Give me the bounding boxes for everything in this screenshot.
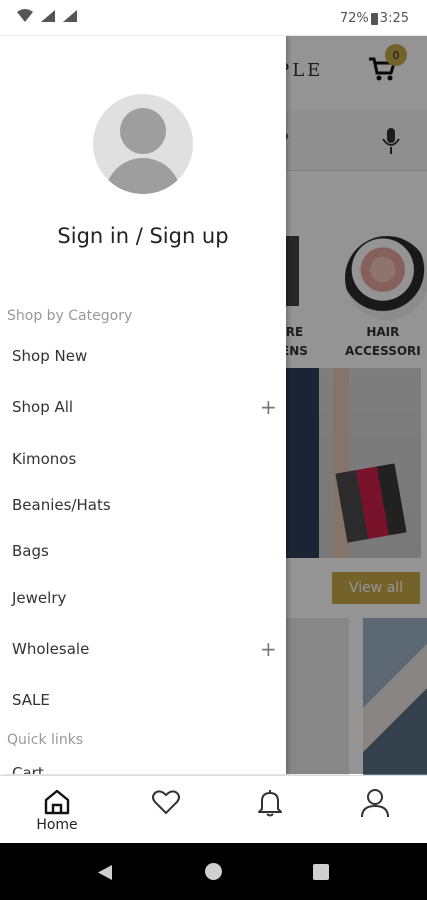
home-button-icon[interactable]: [205, 863, 222, 880]
menu-item-bags[interactable]: Bags: [12, 536, 274, 566]
menu-item-label: Shop New: [12, 347, 88, 365]
expand-plus-icon[interactable]: +: [260, 395, 277, 419]
status-bar: 72% 3:25: [0, 0, 427, 36]
menu-item-shop-new[interactable]: Shop New: [12, 341, 274, 371]
menu-item-beanies-hats[interactable]: Beanies/Hats: [12, 490, 274, 520]
bottom-navigation: Home: [0, 775, 427, 843]
status-icons: [16, 9, 78, 23]
avatar-icon[interactable]: [93, 94, 193, 194]
nav-home[interactable]: Home: [17, 776, 97, 844]
signal-icon: [41, 10, 55, 22]
home-icon: [44, 789, 70, 815]
menu-item-label: Kimonos: [12, 450, 77, 468]
menu-item-label: Shop All: [12, 398, 74, 416]
nav-account[interactable]: [335, 776, 415, 844]
system-navigation-bar: [0, 843, 427, 900]
status-right: 72% 3:25: [340, 11, 409, 26]
nav-notifications[interactable]: [230, 776, 310, 844]
clock: 3:25: [379, 11, 409, 26]
bell-icon: [258, 790, 282, 817]
quick-links-heading: Quick links: [7, 732, 84, 748]
back-icon[interactable]: [97, 864, 113, 881]
menu-item-label: Wholesale: [12, 640, 90, 658]
menu-item-kimonos[interactable]: Kimonos: [12, 444, 274, 474]
menu-item-label: Bags: [12, 542, 49, 560]
menu-item-label: Cart: [12, 764, 44, 774]
menu-item-label: Beanies/Hats: [12, 496, 111, 514]
menu-item-label: SALE: [12, 691, 50, 709]
wifi-icon: [17, 9, 33, 22]
battery-icon: [370, 12, 378, 25]
nav-home-label: Home: [36, 817, 78, 833]
sign-in-link[interactable]: Sign in / Sign up: [0, 224, 286, 248]
drawer-scrim[interactable]: [285, 36, 427, 774]
menu-item-sale[interactable]: SALE: [12, 685, 274, 715]
menu-item-label: Jewelry: [12, 589, 67, 607]
shop-by-category-heading: Shop by Category: [7, 308, 133, 324]
menu-item-wholesale[interactable]: Wholesale +: [12, 634, 277, 664]
expand-plus-icon[interactable]: +: [260, 637, 277, 661]
menu-item-shop-all[interactable]: Shop All +: [12, 392, 277, 422]
battery-percent: 72%: [339, 11, 369, 26]
avatar-head: [120, 108, 166, 154]
menu-item-quick-link[interactable]: Cart: [12, 758, 274, 774]
heart-icon: [152, 790, 180, 815]
user-icon: [361, 789, 389, 818]
nav-wishlist[interactable]: [126, 776, 206, 844]
signal-icon-2: [63, 10, 77, 22]
menu-item-jewelry[interactable]: Jewelry: [12, 583, 274, 613]
navigation-drawer: Sign in / Sign up Shop by Category Shop …: [0, 36, 286, 774]
recents-icon[interactable]: [313, 864, 329, 880]
avatar-body: [105, 158, 181, 194]
